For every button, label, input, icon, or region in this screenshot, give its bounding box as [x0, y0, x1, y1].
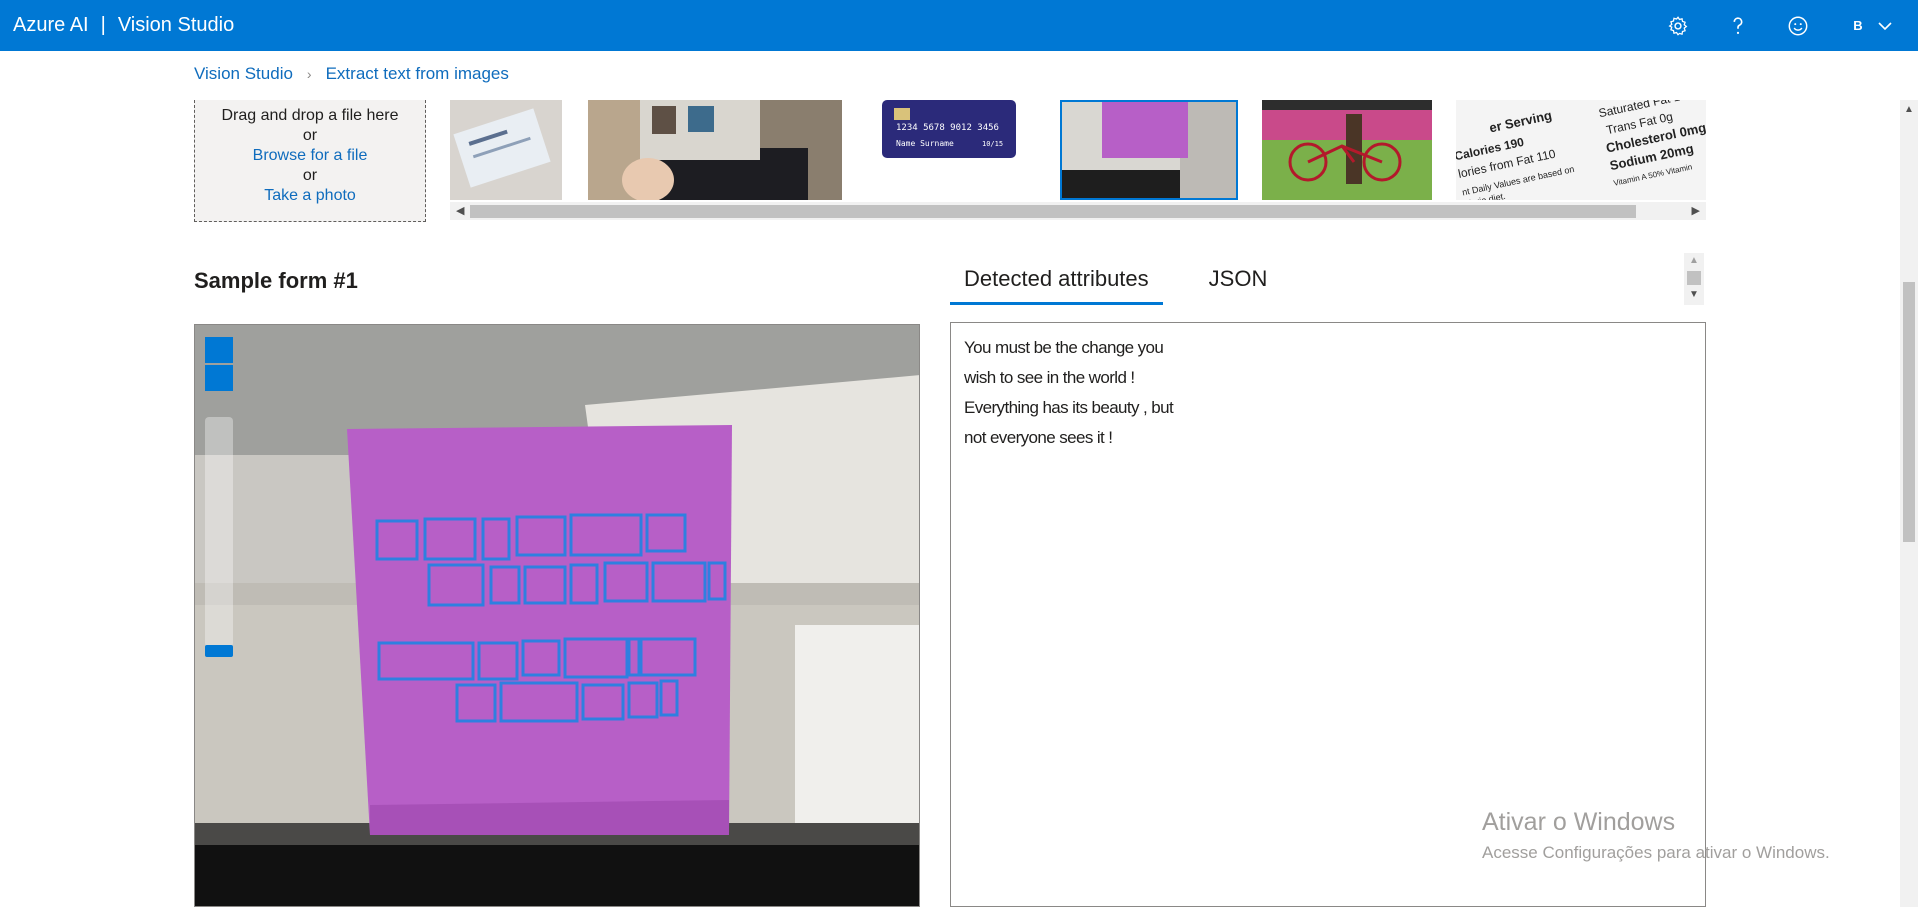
feedback-button[interactable] — [1768, 0, 1828, 51]
zoom-controls — [205, 337, 233, 393]
scrollbar-thumb[interactable] — [470, 205, 1636, 218]
question-icon — [1733, 16, 1743, 34]
sample-thumbnail-sticky-note[interactable] — [1060, 100, 1238, 200]
detected-text-line: not everyone sees it ! — [964, 428, 1113, 447]
help-button[interactable] — [1708, 0, 1768, 51]
dropzone-text: Drag and drop a file here — [221, 107, 399, 124]
card-name: Name Surname — [896, 139, 954, 148]
sample-thumbnail-nutrition-label[interactable]: er Serving Calories 190 lories from Fat … — [1456, 100, 1706, 200]
detected-text-line: wish to see in the world ! — [964, 368, 1135, 387]
brand-separator: | — [100, 14, 106, 36]
zoom-slider-track[interactable] — [205, 417, 233, 647]
breadcrumb: Vision Studio › Extract text from images — [194, 64, 509, 84]
browse-file-link[interactable]: Browse for a file — [195, 146, 425, 166]
sample-thumbnail-id-badge[interactable] — [588, 100, 842, 200]
chevron-right-icon: › — [306, 66, 312, 82]
dropzone-or: or — [302, 167, 318, 184]
zoom-out-button[interactable] — [205, 365, 233, 391]
user-menu[interactable]: B — [1828, 0, 1918, 51]
sample-thumbnail-strip: 1234 5678 9012 3456 Name Surname 10/15 e… — [450, 100, 1706, 200]
product-name[interactable]: Vision Studio — [118, 14, 234, 37]
thumbnail-scrollbar[interactable]: ◀ ▶ — [450, 202, 1706, 220]
breadcrumb-root[interactable]: Vision Studio — [194, 64, 293, 84]
sample-thumbnail-bicycle[interactable] — [1262, 100, 1432, 200]
settings-button[interactable] — [1648, 0, 1708, 51]
brand: Azure AI | Vision Studio — [0, 14, 234, 37]
watermark-title: Ativar o Windows — [1482, 808, 1676, 836]
smiley-icon — [1788, 16, 1808, 35]
top-icons: B — [1648, 0, 1918, 51]
top-bar: Azure AI | Vision Studio B — [0, 0, 1918, 51]
sample-title: Sample form #1 — [194, 268, 358, 293]
scroll-left-icon[interactable]: ◀ — [456, 204, 464, 217]
page-scrollbar[interactable]: ▲ — [1900, 100, 1918, 907]
breadcrumb-current[interactable]: Extract text from images — [326, 64, 509, 84]
card-number: 1234 5678 9012 3456 — [896, 123, 999, 133]
card-expiry: 10/15 — [982, 140, 1003, 148]
tabs-scrollbar[interactable]: ▲ ▼ — [1684, 253, 1704, 305]
scroll-up-icon[interactable]: ▲ — [1689, 255, 1699, 266]
chevron-down-icon — [1878, 21, 1892, 30]
result-tabs: Detected attributes JSON — [950, 262, 1281, 305]
scrollbar-thumb[interactable] — [1687, 271, 1701, 285]
scroll-up-icon[interactable]: ▲ — [1904, 104, 1914, 115]
brand-name[interactable]: Azure AI — [13, 14, 89, 37]
watermark-subtitle: Acesse Configurações para ativar o Windo… — [1482, 843, 1830, 862]
zoom-in-button[interactable] — [205, 337, 233, 363]
sample-thumbnail-social-security-card[interactable] — [450, 100, 562, 200]
windows-activation-watermark: Ativar o Windows Acesse Configurações pa… — [1482, 808, 1830, 863]
scroll-right-icon[interactable]: ▶ — [1692, 204, 1700, 217]
user-initial: B — [1853, 18, 1863, 33]
scroll-down-icon[interactable]: ▼ — [1689, 289, 1699, 300]
take-photo-link[interactable]: Take a photo — [195, 186, 425, 206]
gear-icon — [1668, 15, 1688, 36]
scrollbar-thumb[interactable] — [1903, 282, 1915, 542]
detected-text-line: Everything has its beauty , but — [964, 398, 1174, 417]
image-preview[interactable] — [194, 324, 920, 907]
tab-detected-attributes[interactable]: Detected attributes — [950, 262, 1163, 305]
dropzone-or: or — [302, 127, 318, 144]
zoom-slider-handle[interactable] — [205, 645, 233, 657]
file-dropzone[interactable]: Drag and drop a file here or Browse for … — [194, 100, 426, 222]
tab-json[interactable]: JSON — [1195, 262, 1282, 305]
detected-text-line: You must be the change you — [964, 338, 1164, 357]
sticky-note-photo — [195, 325, 919, 906]
sample-thumbnail-credit-card[interactable]: 1234 5678 9012 3456 Name Surname 10/15 — [882, 100, 1016, 200]
